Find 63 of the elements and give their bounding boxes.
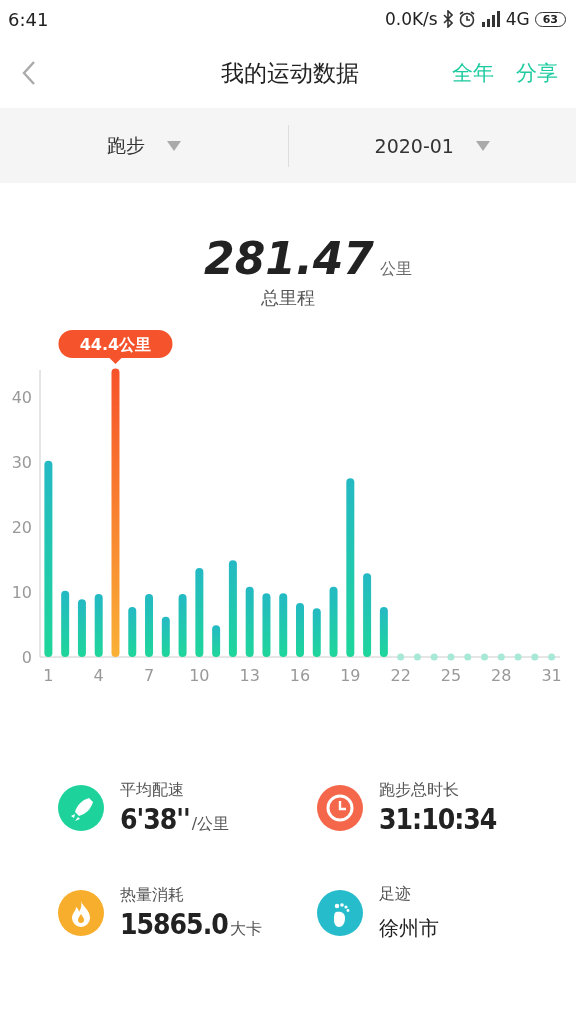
bar[interactable]	[44, 460, 53, 657]
stat-unit: /公里	[191, 814, 230, 835]
bar[interactable]	[161, 616, 170, 657]
axis-label: 13	[239, 666, 260, 685]
distance-unit: 公里	[379, 259, 412, 280]
axis-label: 30	[11, 453, 32, 472]
axis-label: 7	[143, 666, 155, 685]
bar[interactable]	[346, 478, 355, 657]
stat-value: 6'38''	[120, 803, 190, 836]
filter-dropdown[interactable]: 跑步	[106, 132, 145, 159]
alarm-icon	[457, 10, 476, 28]
bar[interactable]	[296, 603, 304, 657]
axis-label: 20	[11, 518, 32, 537]
bar[interactable]	[195, 567, 204, 657]
stat-value: 15865.0	[120, 908, 228, 941]
axis-label: 40	[11, 388, 32, 407]
stat-value: 31:10:34	[379, 803, 497, 836]
bar[interactable]	[77, 599, 86, 657]
stat-label: 平均配速	[120, 780, 185, 801]
bar[interactable]	[379, 606, 388, 657]
bar[interactable]	[228, 560, 237, 657]
filter-dropdown[interactable]: 2020-01	[374, 134, 454, 157]
total-label: 总里程	[261, 286, 315, 310]
bar[interactable]	[212, 625, 221, 657]
axis-label: 10	[11, 583, 32, 602]
axis-label: 19	[340, 666, 361, 685]
axis-label: 16	[289, 666, 311, 685]
axis-label: 22	[390, 666, 411, 685]
signal-icon	[480, 11, 501, 27]
axis-label: 0	[21, 648, 32, 667]
stat-label: 热量消耗	[120, 885, 185, 906]
bar[interactable]	[363, 573, 372, 657]
bar[interactable]	[61, 590, 70, 657]
stat-unit: 大卡	[229, 919, 262, 940]
axis-label: 31	[541, 666, 562, 685]
axis-label: 10	[189, 666, 210, 685]
total-distance: 281.47	[204, 233, 374, 284]
back-icon[interactable]	[22, 60, 36, 86]
bar[interactable]	[94, 593, 103, 657]
bar[interactable]	[111, 368, 120, 657]
axis-label: 25	[440, 666, 462, 685]
axis-label: 28	[491, 666, 512, 685]
bluetooth-icon	[442, 10, 453, 28]
bar[interactable]	[279, 593, 288, 657]
bar[interactable]	[329, 586, 338, 657]
bar[interactable]	[128, 606, 137, 657]
value-tooltip: 44.4公里	[58, 330, 173, 364]
page-title: 我的运动数据	[221, 58, 359, 88]
stat-value: 徐州市	[379, 915, 439, 942]
dropdown-caret-icon	[166, 140, 181, 151]
bar[interactable]	[145, 593, 154, 657]
bar[interactable]	[262, 593, 271, 657]
stat-label: 足迹	[379, 884, 412, 905]
stat-label: 跑步总时长	[379, 780, 460, 801]
bar[interactable]	[245, 586, 254, 657]
network-type: 4G	[505, 9, 530, 29]
dropdown-caret-icon	[475, 140, 490, 151]
clock-time: 6:41	[8, 8, 49, 30]
bar[interactable]	[178, 593, 187, 657]
network-speed: 0.0K/s	[384, 9, 438, 29]
bar[interactable]	[312, 608, 321, 657]
axis-label: 1	[43, 666, 54, 685]
axis-label: 4	[93, 666, 104, 685]
